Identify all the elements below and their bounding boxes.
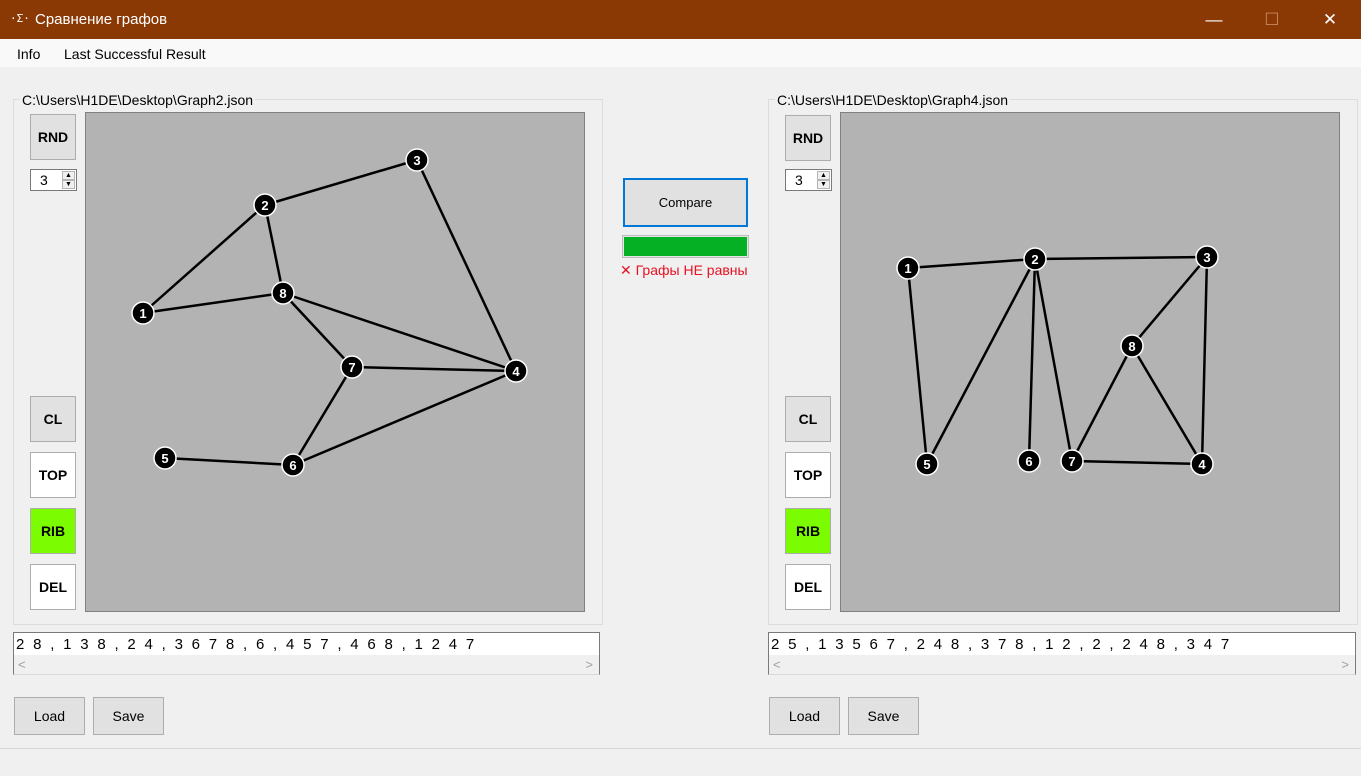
left-save-button[interactable]: Save (93, 697, 164, 735)
right-load-button[interactable]: Load (769, 697, 840, 735)
right-node-label-7: 7 (1068, 454, 1075, 469)
left-edge-2-3[interactable] (264, 158, 418, 207)
right-edge-8-7[interactable] (1070, 345, 1134, 462)
left-edge-7-4[interactable] (351, 365, 517, 373)
stepper-up-icon[interactable]: ▲ (62, 171, 75, 180)
right-edge-1-2[interactable] (907, 257, 1036, 270)
error-x-icon: ✕ (620, 262, 632, 278)
right-adjacency-field[interactable]: 2 5 , 1 3 5 6 7 , 2 4 8 , 3 7 8 , 1 2 , … (768, 632, 1356, 675)
left-load-button[interactable]: Load (14, 697, 85, 735)
left-top-button[interactable]: TOP (30, 452, 76, 498)
scroll-left-icon[interactable]: < (773, 657, 781, 672)
progress-fill (624, 237, 747, 256)
close-button[interactable]: ✕ (1301, 0, 1359, 39)
compare-button[interactable]: Compare (623, 178, 748, 227)
minimize-button[interactable]: — (1185, 0, 1243, 39)
right-del-button[interactable]: DEL (785, 564, 831, 610)
left-edge-3-4[interactable] (415, 159, 518, 372)
app-icon: ·Σ· (10, 12, 30, 25)
right-node-label-6: 6 (1025, 454, 1032, 469)
compare-progress-bar (622, 235, 749, 258)
right-node-label-1: 1 (904, 261, 911, 276)
left-edge-1-2[interactable] (142, 204, 266, 314)
right-edge-7-4[interactable] (1071, 459, 1203, 466)
right-edge-2-3[interactable] (1034, 255, 1208, 261)
left-graph-canvas[interactable]: 1 2 3 4 5 6 7 8 (85, 112, 585, 612)
left-node-label-4: 4 (512, 364, 520, 379)
scroll-left-icon[interactable]: < (18, 657, 26, 672)
scroll-right-icon[interactable]: > (1341, 657, 1349, 672)
right-edge-2-6[interactable] (1027, 258, 1037, 462)
left-node-label-5: 5 (161, 451, 168, 466)
left-rib-button[interactable]: RIB (30, 508, 76, 554)
scroll-right-icon[interactable]: > (585, 657, 593, 672)
left-edge-6-4[interactable] (292, 369, 517, 467)
right-edge-2-7[interactable] (1033, 258, 1074, 462)
right-graph-canvas[interactable]: 1 2 3 4 5 6 7 8 (840, 112, 1340, 612)
left-node-label-1: 1 (139, 306, 146, 321)
right-edge-3-8[interactable] (1131, 256, 1208, 347)
stepper-down-icon[interactable]: ▼ (817, 180, 830, 189)
compare-result: ✕ Графы НЕ равны (620, 262, 748, 279)
left-del-button[interactable]: DEL (30, 564, 76, 610)
left-edge-7-6[interactable] (291, 366, 354, 466)
right-edge-3-4[interactable] (1200, 256, 1209, 465)
left-count-value: 3 (40, 172, 48, 188)
result-text: Графы НЕ равны (635, 262, 748, 278)
left-adjacency-text: 2 8 , 1 3 8 , 2 4 , 3 6 7 8 , 6 , 4 5 7 … (16, 636, 477, 653)
right-node-label-8: 8 (1128, 339, 1135, 354)
right-count-stepper[interactable]: 3 ▲ ▼ (785, 169, 832, 191)
stepper-down-icon[interactable]: ▼ (62, 180, 75, 189)
right-edge-1-5[interactable] (906, 267, 929, 465)
right-count-value: 3 (795, 172, 803, 188)
window-title: Сравнение графов (35, 11, 168, 28)
left-edge-2-8[interactable] (263, 204, 285, 294)
right-horizontal-scrollbar[interactable]: < > (769, 655, 1355, 674)
stepper-up-icon[interactable]: ▲ (817, 171, 830, 180)
left-adjacency-field[interactable]: 2 8 , 1 3 8 , 2 4 , 3 6 7 8 , 6 , 4 5 7 … (13, 632, 600, 675)
menu-bar: Info Last Successful Result (0, 39, 1361, 67)
right-edge-8-4[interactable] (1130, 345, 1204, 465)
right-rib-button[interactable]: RIB (785, 508, 831, 554)
left-node-label-6: 6 (289, 458, 296, 473)
left-horizontal-scrollbar[interactable]: < > (14, 655, 599, 674)
right-top-button[interactable]: TOP (785, 452, 831, 498)
right-node-label-2: 2 (1031, 252, 1038, 267)
left-node-label-8: 8 (279, 286, 286, 301)
left-edge-5-6[interactable] (164, 456, 294, 467)
right-save-button[interactable]: Save (848, 697, 919, 735)
menu-info[interactable]: Info (17, 46, 40, 62)
left-node-label-2: 2 (261, 198, 268, 213)
left-node-label-7: 7 (348, 360, 355, 375)
right-adjacency-text: 2 5 , 1 3 5 6 7 , 2 4 8 , 3 7 8 , 1 2 , … (771, 636, 1232, 653)
right-edge-2-5[interactable] (925, 258, 1037, 465)
menu-last-successful-result[interactable]: Last Successful Result (64, 46, 206, 62)
left-rnd-button[interactable]: RND (30, 114, 76, 160)
right-cl-button[interactable]: CL (785, 396, 831, 442)
title-bar: ·Σ· Сравнение графов — ☐ ✕ (0, 0, 1361, 39)
status-bar (0, 748, 1361, 776)
right-node-label-5: 5 (923, 457, 930, 472)
maximize-button[interactable]: ☐ (1243, 0, 1301, 39)
left-count-stepper[interactable]: 3 ▲ ▼ (30, 169, 77, 191)
left-node-label-3: 3 (413, 153, 420, 168)
right-node-label-3: 3 (1203, 250, 1210, 265)
right-node-label-4: 4 (1198, 457, 1206, 472)
right-file-path: C:\Users\H1DE\Desktop\Graph4.json (775, 92, 1011, 108)
left-cl-button[interactable]: CL (30, 396, 76, 442)
right-rnd-button[interactable]: RND (785, 115, 831, 161)
left-file-path: C:\Users\H1DE\Desktop\Graph2.json (20, 92, 256, 108)
